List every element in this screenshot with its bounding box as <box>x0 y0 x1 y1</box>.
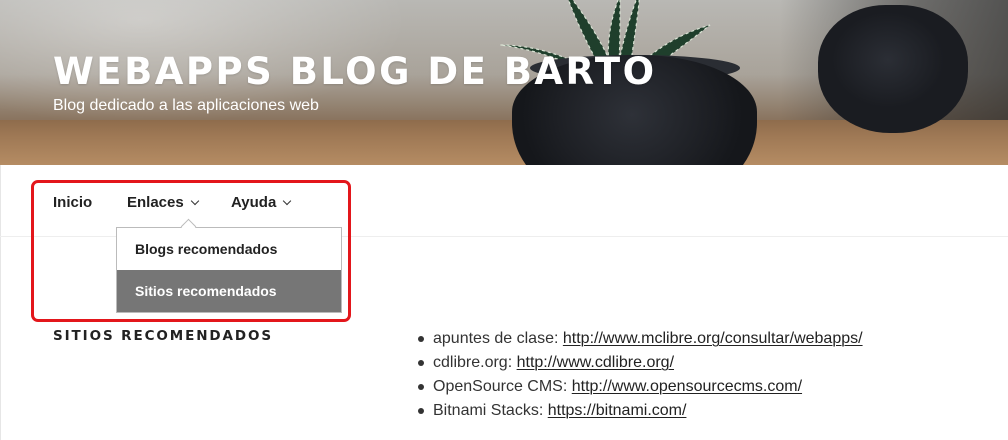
site-header: WEBAPPS BLOG DE BARTO Blog dedicado a la… <box>0 0 1008 165</box>
page-title: SITIOS RECOMENDADOS <box>53 328 273 344</box>
bullet-icon <box>418 384 424 390</box>
site-tagline: Blog dedicado a las aplicaciones web <box>53 97 319 114</box>
header-image-table <box>0 120 1008 165</box>
background-pot-image <box>818 5 968 133</box>
site-name: cdlibre.org: <box>433 354 513 371</box>
bullet-icon <box>418 408 424 414</box>
annotation-highlight-box <box>31 180 351 322</box>
site-link[interactable]: http://www.cdlibre.org/ <box>517 354 674 371</box>
site-link[interactable]: http://www.opensourcecms.com/ <box>572 378 802 395</box>
site-name: apuntes de clase: <box>433 330 559 347</box>
site-link[interactable]: https://bitnami.com/ <box>548 402 687 419</box>
site-name: Bitnami Stacks: <box>433 402 544 419</box>
site-name: OpenSource CMS: <box>433 378 568 395</box>
bullet-icon <box>418 336 424 342</box>
list-item: cdlibre.org: http://www.cdlibre.org/ <box>418 352 863 376</box>
recommended-sites-list: apuntes de clase: http://www.mclibre.org… <box>418 328 863 424</box>
bullet-icon <box>418 360 424 366</box>
list-item: Bitnami Stacks: https://bitnami.com/ <box>418 400 863 424</box>
list-item: OpenSource CMS: http://www.opensourcecms… <box>418 376 863 400</box>
list-item: apuntes de clase: http://www.mclibre.org… <box>418 328 863 352</box>
site-title[interactable]: WEBAPPS BLOG DE BARTO <box>53 50 657 93</box>
site-link[interactable]: http://www.mclibre.org/consultar/webapps… <box>563 330 863 347</box>
